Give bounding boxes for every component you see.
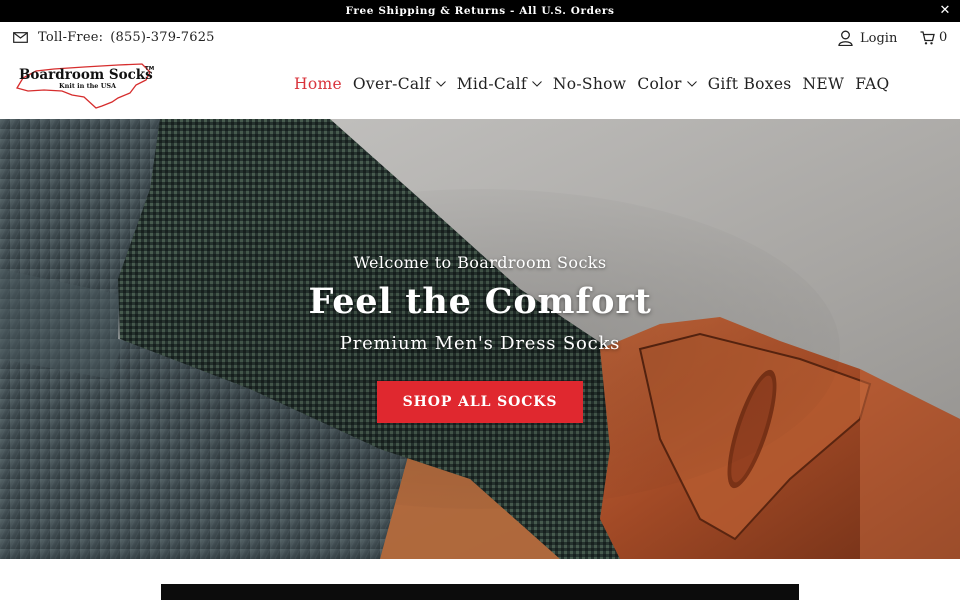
chevron-down-icon xyxy=(435,81,446,87)
shop-all-socks-button[interactable]: SHOP ALL SOCKS xyxy=(377,381,583,423)
site-logo[interactable]: Boardroom Socks TM Knit in the USA xyxy=(14,58,156,112)
hero-title: Feel the Comfort xyxy=(308,281,652,322)
nav-label: FAQ xyxy=(855,75,890,93)
announcement-bar: Free Shipping & Returns - All U.S. Order… xyxy=(0,0,960,22)
nav-label: No-Show xyxy=(552,75,627,93)
login-link[interactable]: Login xyxy=(838,30,897,46)
nav-item-mid-calf[interactable]: Mid-Calf xyxy=(457,75,542,93)
nav-label: Home xyxy=(294,75,342,93)
cart-count: 0 xyxy=(939,30,948,45)
hero-pre-title: Welcome to Boardroom Socks xyxy=(353,253,607,272)
nav-label: Gift Boxes xyxy=(707,75,792,93)
utility-bar: Toll-Free: (855)-379-7625 Login 0 xyxy=(0,22,960,54)
nav-item-faq[interactable]: FAQ xyxy=(855,75,889,93)
chevron-down-icon xyxy=(532,81,542,87)
envelope-icon xyxy=(13,32,28,43)
user-icon xyxy=(838,30,853,46)
close-icon[interactable]: ✕ xyxy=(940,3,952,18)
main-nav: Home Over-Calf Mid-Calf No-Show Color Gi… xyxy=(294,75,900,93)
phone-number: (855)-379-7625 xyxy=(110,30,215,45)
nav-label: Color xyxy=(637,75,682,93)
nav-item-color[interactable]: Color xyxy=(637,75,697,93)
phone-label: Toll-Free: xyxy=(38,30,104,45)
nav-item-home[interactable]: Home xyxy=(294,75,342,93)
nav-label: NEW xyxy=(802,75,845,93)
toll-free-phone[interactable]: Toll-Free: (855)-379-7625 xyxy=(13,30,215,45)
logo-trademark: TM xyxy=(145,66,154,72)
nav-item-gift-boxes[interactable]: Gift Boxes xyxy=(708,75,792,93)
nav-item-no-show[interactable]: No-Show xyxy=(553,75,626,93)
nav-item-over-calf[interactable]: Over-Calf xyxy=(353,75,446,93)
cart-link[interactable]: 0 xyxy=(920,30,947,45)
chevron-down-icon xyxy=(686,81,697,87)
hero-subtitle: Premium Men's Dress Socks xyxy=(339,333,621,354)
next-section-banner xyxy=(161,584,799,600)
login-label: Login xyxy=(860,30,898,46)
announcement-text: Free Shipping & Returns - All U.S. Order… xyxy=(345,5,615,17)
logo-tagline: Knit in the USA xyxy=(59,82,117,90)
nav-label: Over-Calf xyxy=(352,75,431,93)
hero-banner: Welcome to Boardroom Socks Feel the Comf… xyxy=(0,119,960,559)
nav-label: Mid-Calf xyxy=(456,75,527,93)
boardroom-socks-logo: Boardroom Socks TM Knit in the USA xyxy=(16,63,154,109)
cart-icon xyxy=(920,30,935,44)
nav-item-new[interactable]: NEW xyxy=(803,75,845,93)
hero-content: Welcome to Boardroom Socks Feel the Comf… xyxy=(0,119,960,559)
logo-brand: Boardroom Socks xyxy=(19,67,153,83)
